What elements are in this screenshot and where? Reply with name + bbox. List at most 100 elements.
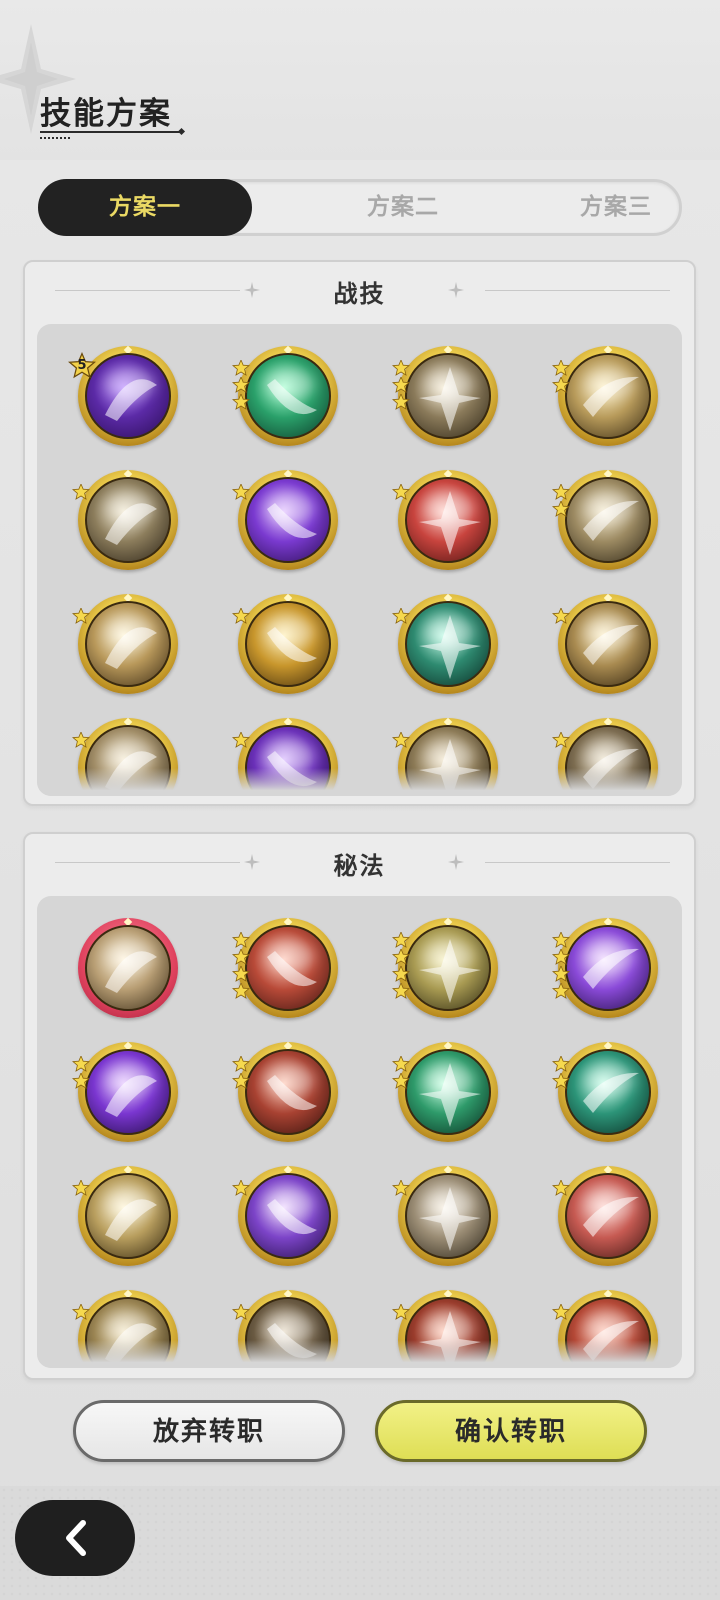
red-sword-skill-icon[interactable] — [552, 1165, 658, 1266]
golden-eye-skill-icon[interactable] — [72, 1165, 178, 1266]
violet-flame-skill-icon[interactable] — [72, 1041, 178, 1142]
skill-art — [565, 601, 651, 687]
skill-highlight — [425, 493, 475, 523]
skill-highlight — [265, 493, 315, 523]
golden-guardian-skill-icon[interactable] — [392, 917, 498, 1018]
star-icon — [392, 932, 410, 948]
skill-highlight — [265, 617, 315, 647]
star-icon — [232, 360, 250, 376]
star-rank — [392, 360, 410, 411]
star-icon — [552, 501, 570, 517]
star-icon — [232, 983, 250, 999]
skill-highlight — [585, 941, 635, 971]
star-icon — [552, 1180, 570, 1196]
green-arrows-skill-icon[interactable] — [232, 345, 338, 446]
star-icon — [552, 484, 570, 500]
skill-highlight — [265, 369, 315, 399]
star-icon — [552, 932, 570, 948]
star-icon — [392, 377, 410, 393]
golden-crescent-skill-icon[interactable] — [232, 593, 338, 694]
confirm-job-change-button[interactable]: 确认转职 — [375, 1400, 647, 1462]
star-icon — [232, 1304, 250, 1320]
skill-art — [565, 477, 651, 563]
star-icon — [232, 949, 250, 965]
skill-art — [565, 1049, 651, 1135]
tab-plan-2[interactable]: 方案二 — [296, 179, 510, 236]
star-icon — [392, 484, 410, 500]
maple-leaf-skill-icon[interactable] — [78, 917, 178, 1018]
star-icon — [232, 1180, 250, 1196]
skill-art — [245, 1049, 331, 1135]
star-rank — [72, 608, 90, 625]
violet-heart-skill-icon[interactable]: 5 — [68, 345, 178, 446]
star-icon — [552, 1073, 570, 1089]
page-header: 技能方案 — [0, 0, 720, 160]
star-rank — [552, 360, 570, 394]
skill-highlight — [585, 369, 635, 399]
golden-blade-skill-icon[interactable] — [552, 345, 658, 446]
skill-highlight — [425, 1065, 475, 1095]
swirl-slash-skill-icon[interactable] — [392, 345, 498, 446]
star-rank — [72, 1056, 90, 1090]
star-rank — [232, 484, 250, 501]
skill-art — [85, 353, 171, 439]
skill-highlight — [105, 941, 155, 971]
star-icon — [232, 1073, 250, 1089]
red-armor-skill-icon[interactable] — [232, 1041, 338, 1142]
back-button[interactable] — [15, 1500, 135, 1576]
skill-art — [245, 601, 331, 687]
sweeping-arm-skill-icon[interactable] — [552, 469, 658, 570]
skill-art — [245, 925, 331, 1011]
red-warrior-skill-icon[interactable] — [392, 469, 498, 570]
divider — [485, 290, 670, 291]
violet-shield-skill-icon[interactable] — [232, 1165, 338, 1266]
wind-slash-skill-icon[interactable] — [72, 469, 178, 570]
lightning-slash-skill-icon[interactable] — [552, 593, 658, 694]
skill-art — [565, 1173, 651, 1259]
star-rank — [232, 608, 250, 625]
skill-highlight — [265, 941, 315, 971]
star-icon — [392, 360, 410, 376]
star-icon — [392, 1073, 410, 1089]
star-icon — [72, 1180, 90, 1196]
section-title: 秘法 — [333, 852, 386, 880]
skill-highlight — [265, 1189, 315, 1219]
star-rank — [392, 608, 410, 625]
skill-highlight — [105, 617, 155, 647]
red-dragon-skill-icon[interactable] — [232, 917, 338, 1018]
chevron-left-icon — [66, 1520, 86, 1556]
teal-crescent-skill-icon[interactable] — [392, 593, 498, 694]
star-icon — [552, 377, 570, 393]
violet-silhouette-skill-icon[interactable] — [552, 917, 658, 1018]
star-rank — [232, 932, 250, 1000]
skill-grid[interactable]: 5 — [37, 324, 682, 796]
star-icon — [552, 732, 570, 748]
skill-art — [405, 601, 491, 687]
arcane-skills-panel: 秘法 — [23, 832, 696, 1380]
tab-plan-1[interactable]: 方案一 — [38, 179, 252, 236]
skill-art — [245, 1173, 331, 1259]
crystal-blade-skill-icon[interactable] — [392, 1165, 498, 1266]
star-icon — [552, 608, 570, 624]
page-title: 技能方案 — [40, 96, 172, 132]
star-icon — [232, 484, 250, 500]
tab-plan-3[interactable]: 方案三 — [509, 179, 720, 236]
abandon-job-change-button[interactable]: 放弃转职 — [73, 1400, 345, 1462]
skill-art — [405, 1173, 491, 1259]
star-rank — [72, 484, 90, 501]
star-rank — [552, 1180, 570, 1197]
skill-art — [565, 353, 651, 439]
star-icon — [392, 608, 410, 624]
star-rank — [232, 360, 250, 411]
star-rank — [552, 732, 570, 749]
star-rank — [72, 1304, 90, 1321]
skill-grid[interactable] — [37, 896, 682, 1368]
violet-orb-skill-icon[interactable] — [232, 469, 338, 570]
green-heal-skill-icon[interactable] — [552, 1041, 658, 1142]
star-icon — [392, 983, 410, 999]
star-rank — [232, 1304, 250, 1321]
star-icon — [72, 484, 90, 500]
skill-highlight — [105, 493, 155, 523]
burst-skill-icon[interactable] — [72, 593, 178, 694]
green-heart-skill-icon[interactable] — [392, 1041, 498, 1142]
